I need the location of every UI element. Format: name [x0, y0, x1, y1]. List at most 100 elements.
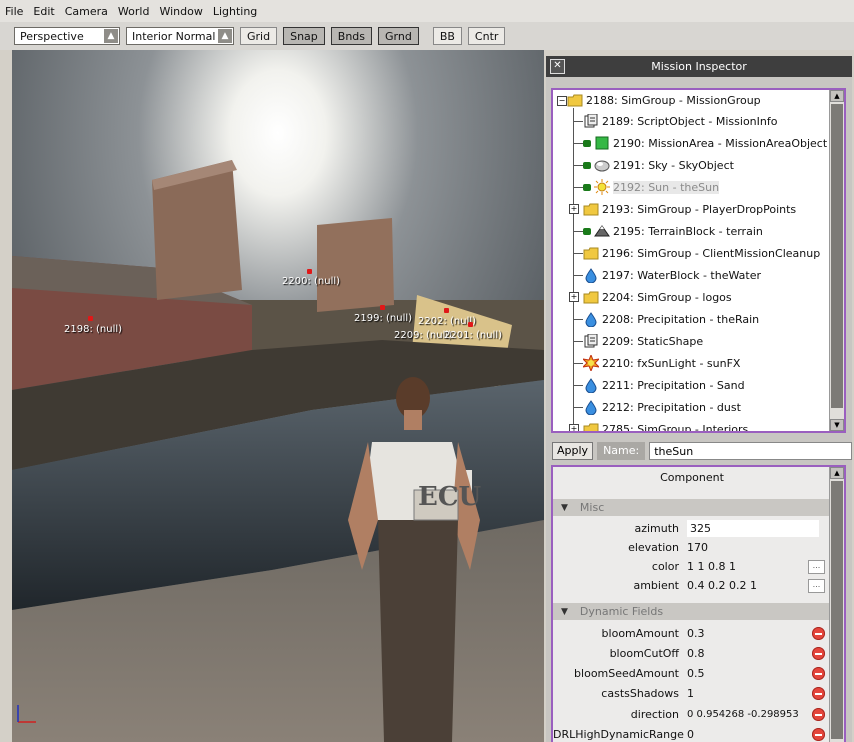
bounding-box-button[interactable]: BB: [432, 27, 462, 45]
object-marker[interactable]: [307, 269, 312, 274]
delete-field-icon[interactable]: [812, 687, 825, 700]
object-marker[interactable]: [380, 305, 385, 310]
field-inspector[interactable]: Component ▼︎ Misc azimuth 325 elevation …: [551, 465, 846, 742]
field-direction: direction 0 0.954268 -0.298953: [553, 705, 831, 724]
object-marker[interactable]: [468, 322, 473, 327]
toolbar: Perspective ▲︎ Interior Normal ▲︎ Grid S…: [0, 22, 854, 50]
tree-item-2193[interactable]: 2193: SimGroup - PlayerDropPoints: [583, 200, 796, 218]
misc-section-header[interactable]: ▼︎ Misc: [553, 499, 831, 516]
render-mode-value: Interior Normal: [132, 29, 216, 43]
object-marker[interactable]: [444, 308, 449, 313]
tree-line: [573, 319, 583, 320]
field-color: color 1 1 0.8 1 ...: [553, 557, 831, 576]
sky-icon: [594, 158, 610, 172]
scrollbar-thumb[interactable]: [831, 104, 843, 408]
tree-line: [573, 275, 583, 276]
menu-world[interactable]: World: [113, 5, 155, 18]
tree-item-2189[interactable]: 2189: ScriptObject - MissionInfo: [583, 112, 777, 130]
snap-button[interactable]: Snap: [283, 27, 325, 45]
delete-field-icon[interactable]: [812, 627, 825, 640]
field-value[interactable]: 0.5: [687, 665, 705, 682]
dropdown-arrow-icon: ▲︎: [218, 29, 232, 43]
menu-camera[interactable]: Camera: [60, 5, 113, 18]
name-label: Name:: [597, 442, 646, 460]
object-marker[interactable]: [88, 316, 93, 321]
tree-item-2188[interactable]: 2188: SimGroup - MissionGroup: [567, 91, 761, 109]
grid-button[interactable]: Grid: [240, 27, 278, 45]
lock-icon: [583, 139, 591, 147]
field-value[interactable]: 1: [687, 685, 694, 702]
fields-scrollbar[interactable]: ▲︎: [829, 467, 844, 742]
menu-file[interactable]: File: [0, 5, 28, 18]
expand-toggle[interactable]: +: [569, 424, 579, 431]
expand-toggle[interactable]: +: [569, 204, 579, 214]
apply-button[interactable]: Apply: [552, 442, 594, 460]
field-value[interactable]: 0.3: [687, 625, 705, 642]
close-icon[interactable]: ✕: [550, 59, 565, 74]
tree-item-2197[interactable]: 2197: WaterBlock - theWater: [583, 266, 761, 284]
tree-item-2190[interactable]: 2190: MissionArea - MissionAreaObject: [583, 134, 827, 152]
tree-item-2195[interactable]: 2195: TerrainBlock - terrain: [583, 222, 763, 240]
color-picker-button[interactable]: ...: [808, 559, 825, 574]
mission-tree[interactable]: − 2188: SimGroup - MissionGroup 2189: Sc…: [551, 88, 846, 433]
tree-item-2211[interactable]: 2211: Precipitation - Sand: [583, 376, 745, 394]
delete-field-icon[interactable]: [812, 728, 825, 741]
tree-item-2191[interactable]: 2191: Sky - SkyObject: [583, 156, 734, 174]
scrollbar-thumb[interactable]: [831, 481, 843, 739]
object-label: 2200: (null): [282, 276, 341, 287]
dynamic-fields-section-header[interactable]: ▼︎ Dynamic Fields: [553, 603, 831, 620]
field-value[interactable]: 0.4 0.2 0.2 1: [687, 577, 757, 594]
delete-field-icon[interactable]: [812, 647, 825, 660]
delete-field-icon[interactable]: [812, 708, 825, 721]
folder-icon: [583, 290, 599, 304]
bounds-button[interactable]: Bnds: [330, 27, 373, 45]
field-value[interactable]: 0 0.954268 -0.298953: [687, 706, 799, 723]
water-drop-icon: [583, 399, 599, 415]
lock-icon: [583, 227, 591, 235]
tree-line: [573, 121, 583, 122]
shirt-logo-text: ECU: [418, 482, 482, 512]
scroll-up-icon[interactable]: ▲︎: [830, 467, 844, 479]
expand-toggle[interactable]: +: [569, 292, 579, 302]
delete-field-icon[interactable]: [812, 667, 825, 680]
tree-item-2204[interactable]: 2204: SimGroup - logos: [583, 288, 732, 306]
field-value[interactable]: 170: [687, 539, 708, 556]
tree-line: [573, 341, 583, 342]
scroll-up-icon[interactable]: ▲︎: [830, 90, 844, 102]
ground-button[interactable]: Grnd: [378, 27, 419, 45]
tree-item-2212[interactable]: 2212: Precipitation - dust: [583, 398, 741, 416]
camera-mode-dropdown[interactable]: Perspective ▲︎: [14, 27, 120, 45]
menu-bar: File Edit Camera World Window Lighting: [0, 0, 854, 22]
tree-item-2210[interactable]: 2210: fxSunLight - sunFX: [583, 354, 740, 372]
render-mode-dropdown[interactable]: Interior Normal ▲︎: [126, 27, 234, 45]
collapse-toggle[interactable]: −: [557, 96, 567, 106]
menu-window[interactable]: Window: [154, 5, 207, 18]
tree-scrollbar[interactable]: ▲︎ ▼︎: [829, 90, 844, 431]
field-value[interactable]: 325: [687, 520, 819, 537]
mission-inspector-window: ✕ Mission Inspector − 2188: SimGroup - M…: [546, 56, 852, 742]
tree-item-2208[interactable]: 2208: Precipitation - theRain: [583, 310, 759, 328]
camera-mode-value: Perspective: [20, 29, 84, 43]
name-input[interactable]: [649, 442, 852, 460]
scroll-down-icon[interactable]: ▼︎: [830, 419, 844, 431]
tree-item-2192-selected[interactable]: 2192: Sun - theSun: [583, 178, 720, 196]
tree-item-2196[interactable]: 2196: SimGroup - ClientMissionCleanup: [583, 244, 820, 262]
tree-line: [573, 253, 583, 254]
scene-viewport[interactable]: ECU 2198: (null) 2200: (null) 2199: (nul…: [12, 50, 544, 742]
scene-render: [12, 50, 544, 742]
object-label: 2201: (null): [444, 330, 503, 341]
field-value[interactable]: 0: [687, 726, 694, 742]
field-azimuth: azimuth 325: [553, 519, 831, 538]
field-value[interactable]: 0.8: [687, 645, 705, 662]
color-picker-button[interactable]: ...: [808, 578, 825, 593]
menu-edit[interactable]: Edit: [28, 5, 59, 18]
field-bloomcutoff: bloomCutOff 0.8: [553, 644, 831, 663]
tree-item-2209[interactable]: 2209: StaticShape: [583, 332, 703, 350]
center-button[interactable]: Cntr: [467, 27, 506, 45]
menu-lighting[interactable]: Lighting: [208, 5, 262, 18]
tree-item-2785[interactable]: 2785: SimGroup - Interiors: [583, 420, 748, 431]
document-icon: [583, 114, 599, 128]
name-row: Apply Name:: [552, 441, 852, 461]
lock-icon: [583, 161, 591, 169]
field-value[interactable]: 1 1 0.8 1: [687, 558, 736, 575]
